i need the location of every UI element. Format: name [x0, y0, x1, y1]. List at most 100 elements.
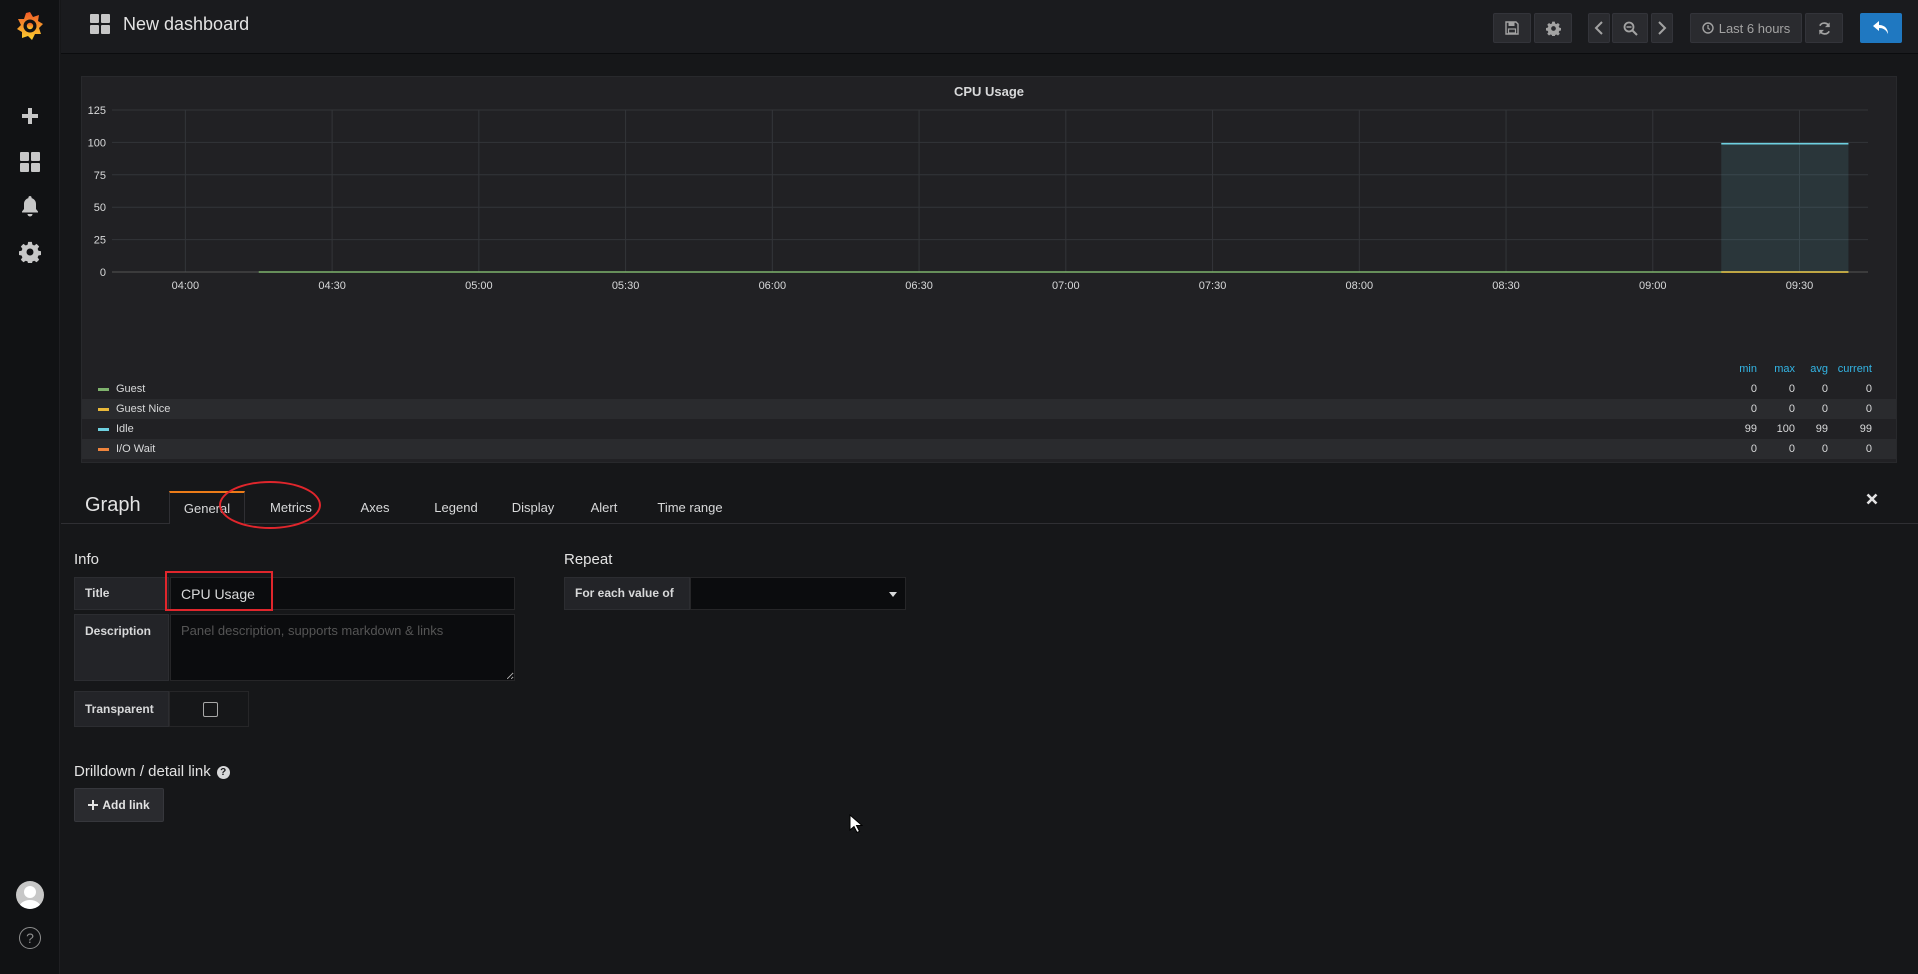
chevron-right-icon	[1658, 21, 1667, 35]
chevron-left-icon	[1594, 21, 1603, 35]
legend-value-avg: 0	[1821, 443, 1828, 455]
add-link-button[interactable]: Add link	[74, 788, 164, 822]
legend-column-current[interactable]: current	[1832, 363, 1872, 375]
x-tick-label: 04:30	[318, 280, 346, 292]
clock-icon	[1702, 22, 1714, 34]
bell-icon[interactable]	[0, 186, 60, 226]
description-label: Description	[74, 614, 169, 681]
x-tick-label: 09:00	[1639, 280, 1667, 292]
legend-series-name[interactable]: Guest	[116, 383, 145, 395]
legend-swatch[interactable]	[98, 428, 109, 431]
x-tick-label: 09:30	[1786, 280, 1814, 292]
legend-value-min: 0	[1750, 383, 1757, 395]
time-picker-label: Last 6 hours	[1718, 20, 1791, 36]
zoom-out-button[interactable]	[1612, 13, 1648, 43]
plus-icon[interactable]	[0, 96, 60, 136]
question-circle-icon[interactable]: ?	[216, 766, 230, 779]
y-tick-label: 100	[88, 137, 106, 149]
y-tick-label: 75	[94, 170, 106, 182]
repeat-variable-select[interactable]	[690, 577, 906, 610]
legend-row[interactable]: I/O Wait 0 0 0 0	[82, 439, 1896, 459]
mouse-cursor-icon	[849, 814, 863, 834]
save-button[interactable]	[1493, 13, 1531, 43]
dashboards-icon	[90, 14, 110, 34]
x-tick-label: 04:00	[172, 280, 200, 292]
legend-column-min[interactable]: min	[1717, 363, 1757, 375]
save-icon	[1505, 21, 1519, 35]
zoom-out-icon	[1623, 21, 1638, 36]
legend-swatch[interactable]	[98, 408, 109, 411]
transparent-toggle-area	[169, 691, 249, 727]
grafana-logo-icon[interactable]	[0, 6, 60, 46]
legend-value-current: 0	[1865, 443, 1872, 455]
help-icon[interactable]: ?	[0, 918, 60, 958]
info-heading: Info	[74, 551, 100, 568]
transparent-label: Transparent	[74, 691, 169, 727]
legend-series-name[interactable]: I/O Wait	[116, 443, 155, 455]
add-link-label: Add link	[102, 798, 150, 812]
back-arrow-icon	[1873, 21, 1888, 34]
cpu-usage-chart: 0 25 50 75 100 125 04:00 04:30 05:00 05:30 06:00 06…	[88, 105, 1868, 292]
legend-row[interactable]: Guest Nice 0 0 0 0	[82, 399, 1896, 419]
panel-editor: Graph General Metrics Axes Legend Displa…	[61, 478, 1918, 974]
back-to-dashboard-button[interactable]	[1860, 13, 1902, 43]
legend-value-avg: 99	[1815, 423, 1828, 435]
plus-icon	[88, 800, 99, 810]
time-picker-button[interactable]: Last 6 hours	[1690, 13, 1802, 43]
panel-type-label: Graph	[85, 494, 141, 516]
tab-axes[interactable]: Axes	[339, 491, 411, 524]
editor-tabs-bar: Graph General Metrics Axes Legend Displa…	[61, 478, 1918, 529]
legend-value-min: 0	[1750, 403, 1757, 415]
x-tick-label: 08:00	[1346, 280, 1374, 292]
x-tick-label: 07:30	[1199, 280, 1227, 292]
legend-row[interactable]: Idle 99 100 99 99	[82, 419, 1896, 439]
caret-down-icon	[889, 592, 897, 597]
settings-button[interactable]	[1534, 13, 1572, 43]
x-tick-label: 06:30	[905, 280, 933, 292]
description-textarea[interactable]	[170, 614, 515, 681]
y-tick-label: 50	[94, 202, 106, 214]
x-tick-label: 05:00	[465, 280, 493, 292]
legend-value-avg: 0	[1821, 403, 1828, 415]
title-label: Title	[74, 577, 169, 610]
for-each-label: For each value of	[564, 577, 690, 610]
x-tick-label: 07:00	[1052, 280, 1080, 292]
repeat-heading: Repeat	[564, 551, 613, 568]
graph-panel[interactable]: CPU Usage 0 25 50 75 100 125 04:00 04:30 05:00 05…	[81, 76, 1897, 463]
legend-value-min: 0	[1750, 443, 1757, 455]
settings-icon	[1545, 21, 1561, 36]
gear-icon[interactable]	[0, 232, 60, 272]
legend-value-min: 99	[1744, 423, 1757, 435]
dashboard-title-text: New dashboard	[123, 13, 250, 34]
legend-value-avg: 0	[1821, 383, 1828, 395]
transparent-checkbox[interactable]	[203, 702, 218, 717]
annotation-rectangle	[165, 571, 273, 611]
legend-column-avg[interactable]: avg	[1788, 363, 1828, 375]
legend-series-name[interactable]: Idle	[116, 423, 134, 435]
dashboard-title[interactable]: New dashboard	[89, 13, 249, 35]
topbar: New dashboard Last 6 hours	[61, 0, 1918, 54]
legend-value-current: 0	[1865, 403, 1872, 415]
legend-series-name[interactable]: Guest Nice	[116, 403, 170, 415]
sidebar: ?	[0, 0, 60, 974]
tab-time-range[interactable]: Time range	[630, 491, 750, 524]
drilldown-heading: Drilldown / detail link?	[74, 763, 230, 780]
y-tick-label: 0	[100, 267, 106, 279]
legend-row[interactable]: Guest 0 0 0 0	[82, 379, 1896, 399]
x-tick-label: 05:30	[612, 280, 640, 292]
legend-header: min max avg current	[1736, 359, 1896, 379]
dashboards-icon[interactable]	[0, 142, 60, 182]
time-back-button[interactable]	[1588, 13, 1610, 43]
legend-value-current: 99	[1859, 423, 1872, 435]
series-area	[1721, 143, 1849, 272]
legend-swatch[interactable]	[98, 388, 109, 391]
close-editor-icon[interactable]	[1866, 492, 1878, 509]
avatar[interactable]	[0, 875, 60, 915]
refresh-button[interactable]	[1805, 13, 1843, 43]
y-tick-label: 25	[94, 235, 106, 247]
time-forward-button[interactable]	[1651, 13, 1673, 43]
legend-swatch[interactable]	[98, 448, 109, 451]
refresh-icon	[1818, 21, 1830, 35]
x-tick-label: 06:00	[759, 280, 787, 292]
y-tick-label: 125	[88, 105, 106, 117]
